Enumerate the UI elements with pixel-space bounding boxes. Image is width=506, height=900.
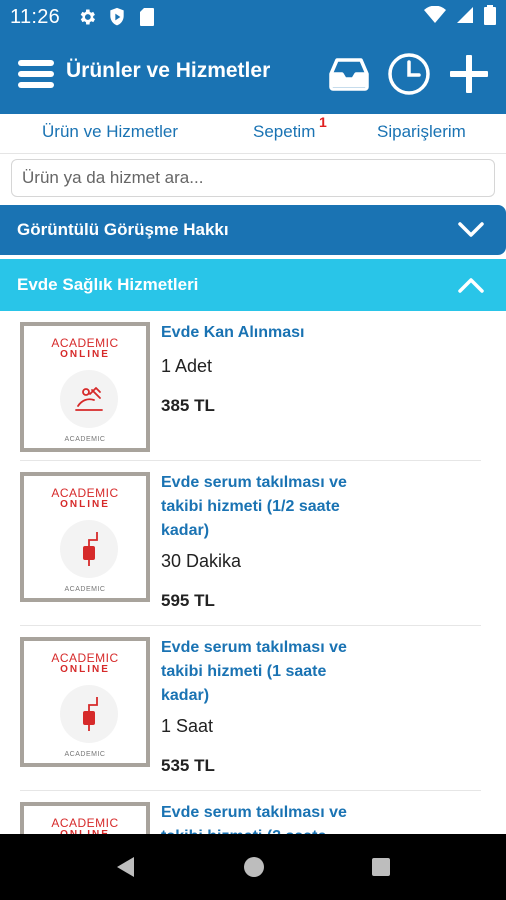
signal-icon: [456, 6, 474, 29]
page-title: Ürünler ve Hizmetler: [66, 59, 271, 82]
brand-footer: ACADEMIC: [64, 586, 106, 593]
item-quantity: 30 Dakika: [161, 551, 242, 571]
divider: [20, 625, 481, 626]
product-list: ACADEMIC ONLINE ACADEMIC Evde Kan Alınma…: [0, 311, 506, 834]
tab-products-services[interactable]: Ürün ve Hizmetler: [42, 122, 178, 142]
brand-logo: ACADEMIC: [51, 336, 119, 350]
status-bar: 11:26: [0, 0, 506, 34]
item-name: Evde serum takılması ve takibi hizmeti (…: [161, 804, 347, 834]
iv-drip-icon: [60, 685, 118, 743]
item-quantity: 1 Adet: [161, 356, 213, 376]
recents-icon[interactable]: [369, 855, 393, 879]
home-icon[interactable]: [242, 855, 266, 879]
section-home-health[interactable]: Evde Sağlık Hizmetleri: [0, 259, 506, 311]
product-image: ACADEMIC ONLINE ACADEMIC: [20, 322, 150, 452]
item-name: Evde serum takılması ve takibi hizmeti (…: [161, 639, 347, 704]
tab-cart[interactable]: Sepetim: [253, 122, 315, 142]
plus-icon[interactable]: [446, 51, 492, 97]
section-video-call[interactable]: Görüntülü Görüşme Hakkı: [0, 205, 506, 255]
app-bar: Ürünler ve Hizmetler: [0, 34, 506, 114]
battery-icon: [484, 4, 496, 30]
item-price: 535 TL: [161, 756, 215, 775]
brand-logo: ACADEMIC: [51, 651, 119, 665]
gear-icon: [76, 6, 98, 28]
inbox-icon[interactable]: [326, 51, 372, 97]
brand-footer: ACADEMIC: [64, 751, 106, 758]
item-quantity: 1 Saat: [161, 716, 214, 736]
item-price: 595 TL: [161, 591, 215, 610]
search-input[interactable]: [11, 159, 495, 197]
product-image: ACADEMIC ONLINE ACADEMIC: [20, 802, 150, 834]
brand-logo-sub: ONLINE: [60, 349, 110, 360]
divider: [20, 460, 481, 461]
blood-draw-icon: [60, 370, 118, 428]
chevron-up-icon: [458, 278, 484, 293]
product-image: ACADEMIC ONLINE ACADEMIC: [20, 637, 150, 767]
iv-drip-icon: [60, 520, 118, 578]
brand-logo-sub: ONLINE: [60, 664, 110, 675]
divider: [20, 790, 481, 791]
section-title: Evde Sağlık Hizmetleri: [17, 275, 199, 294]
sd-card-icon: [136, 6, 158, 28]
wifi-icon: [424, 5, 446, 29]
item-name: Evde serum takılması ve takibi hizmeti (…: [161, 474, 347, 539]
item-price: 385 TL: [161, 396, 215, 415]
item-name: Evde Kan Alınması: [161, 324, 305, 341]
brand-footer: ACADEMIC: [64, 436, 106, 443]
brand-logo-sub: ONLINE: [60, 499, 110, 510]
clock-icon[interactable]: [386, 51, 432, 97]
section-title: Görüntülü Görüşme Hakkı: [17, 220, 229, 239]
back-icon[interactable]: [114, 855, 138, 879]
menu-icon[interactable]: [16, 54, 56, 94]
product-image: ACADEMIC ONLINE ACADEMIC: [20, 472, 150, 602]
brand-logo: ACADEMIC: [51, 486, 119, 500]
cart-count-badge: 1: [319, 114, 327, 130]
system-nav-bar: [0, 834, 506, 900]
chevron-down-icon: [458, 222, 484, 237]
tab-bar: Ürün ve Hizmetler Sepetim 1 Siparişlerim: [0, 114, 506, 154]
status-time: 11:26: [10, 5, 61, 28]
brand-logo: ACADEMIC: [51, 816, 119, 830]
shield-icon: [106, 6, 128, 28]
tab-orders[interactable]: Siparişlerim: [377, 122, 466, 142]
